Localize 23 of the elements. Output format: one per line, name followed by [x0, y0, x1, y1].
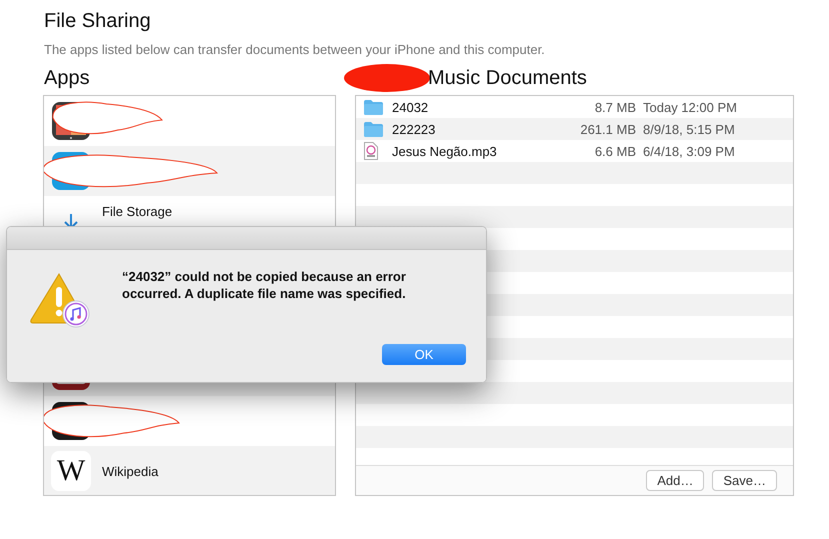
apps-heading: Apps [44, 66, 90, 90]
music-file-icon [364, 142, 378, 160]
folder-icon [364, 100, 383, 114]
file-size: 8.7 MB [594, 100, 636, 114]
file-name[interactable]: 24032 [392, 100, 562, 114]
add-button[interactable]: Add… [646, 470, 704, 491]
folder-icon [364, 122, 383, 136]
file-date: 6/4/18, 3:09 PM [643, 144, 735, 158]
alert-message: “24032” could not be copied because an error occurred. A duplicate file name was specified. [122, 268, 407, 302]
app-name[interactable]: File Storage [102, 204, 172, 218]
documents-heading: Music Documents [428, 66, 587, 90]
page-title: File Sharing [44, 10, 152, 34]
file-size: 261.1 MB [579, 122, 636, 136]
save-button[interactable]: Save… [712, 470, 777, 491]
file-name[interactable]: 222223 [392, 122, 562, 136]
app-icon: W [51, 451, 91, 491]
page-description: The apps listed below can transfer documents between your iPhone and this computer. [44, 42, 546, 59]
file-date: Today 12:00 PM [643, 100, 737, 114]
app-name[interactable]: Wikipedia [102, 464, 158, 478]
warning-icon [29, 272, 91, 328]
file-date: 8/9/18, 5:15 PM [643, 122, 735, 136]
file-name[interactable]: Jesus Negão.mp3 [392, 144, 562, 158]
file-size: 6.6 MB [594, 144, 636, 158]
